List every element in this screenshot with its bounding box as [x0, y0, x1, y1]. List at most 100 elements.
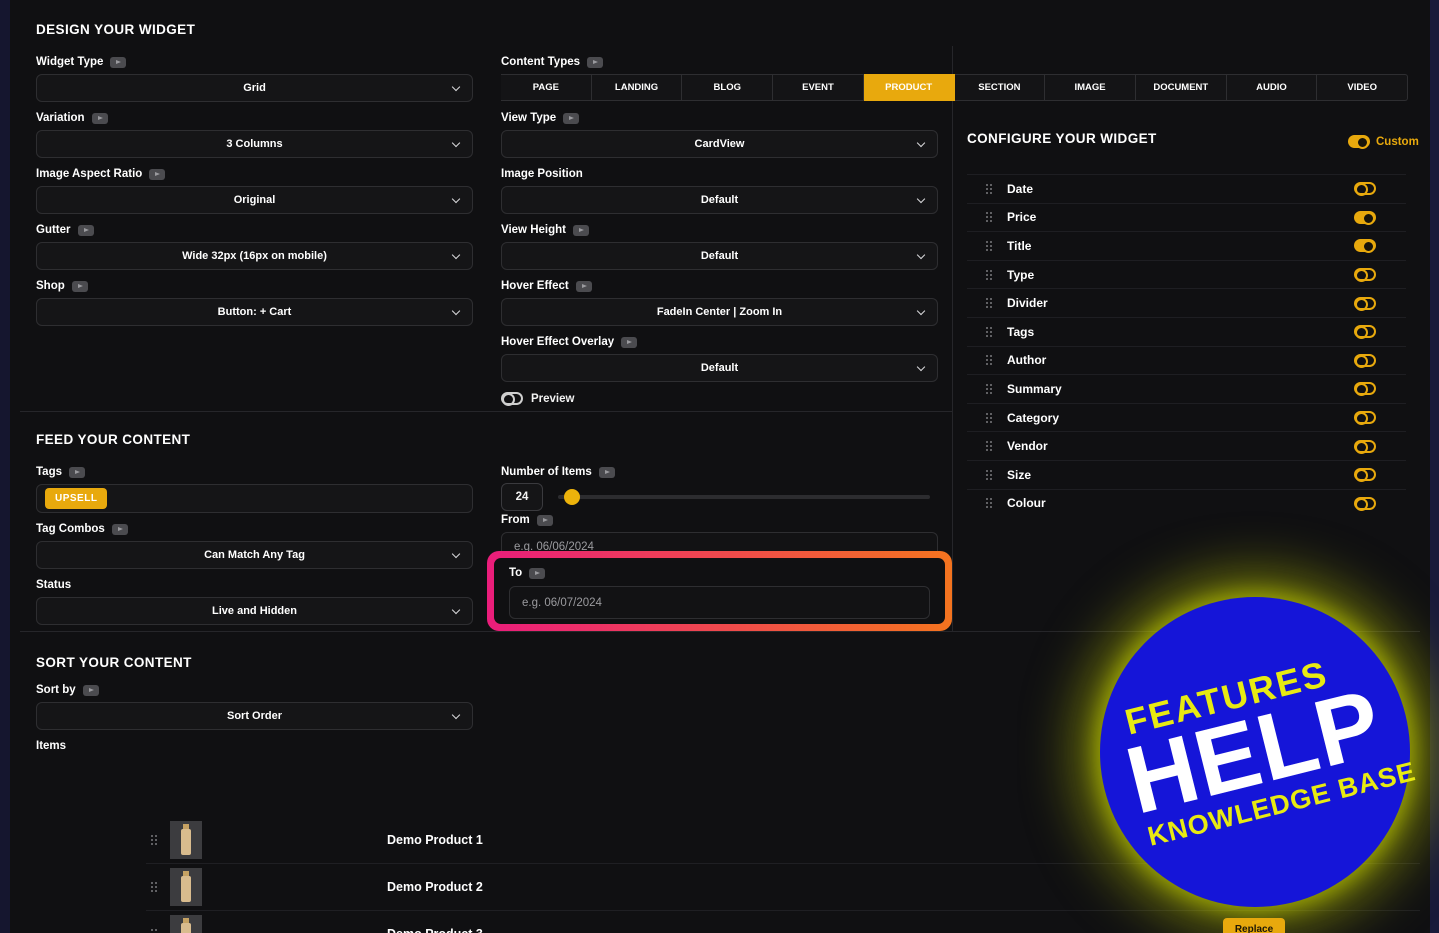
configure-row-toggle[interactable]	[1354, 496, 1376, 511]
content-type-tab[interactable]: EVENT	[773, 74, 864, 101]
video-help-icon[interactable]	[529, 567, 546, 579]
dropdown-select[interactable]: Original	[36, 186, 473, 214]
configure-row-toggle[interactable]	[1354, 268, 1376, 283]
configure-row-toggle[interactable]	[1354, 382, 1376, 397]
drag-handle-icon[interactable]	[985, 354, 993, 366]
dropdown-select[interactable]: Wide 32px (16px on mobile)	[36, 242, 473, 270]
configure-row-toggle[interactable]	[1354, 182, 1376, 197]
video-help-icon[interactable]	[111, 523, 128, 535]
content-types-block: Content Types PAGE LANDING BLOG EVENT PR…	[501, 56, 1409, 101]
video-help-icon[interactable]	[598, 466, 615, 478]
drag-handle-icon[interactable]	[985, 269, 993, 281]
drag-handle-icon[interactable]	[985, 497, 993, 509]
video-help-icon[interactable]	[575, 280, 592, 292]
drag-handle-icon[interactable]	[985, 211, 993, 223]
dropdown-select[interactable]: Grid	[36, 74, 473, 102]
content-type-tab[interactable]: SECTION	[954, 74, 1046, 101]
drag-handle-icon[interactable]	[985, 326, 993, 338]
configure-row-toggle[interactable]	[1354, 239, 1376, 254]
configure-row-toggle[interactable]	[1354, 325, 1376, 340]
dropdown-select[interactable]: Default	[501, 242, 938, 270]
configure-row-label: Author	[1007, 353, 1047, 368]
field-label: Content Types	[501, 56, 938, 68]
dropdown-select[interactable]: CardView	[501, 130, 938, 158]
video-help-icon[interactable]	[149, 168, 166, 180]
tags-input[interactable]: UPSELL	[36, 484, 473, 513]
tag-chip[interactable]: UPSELL	[45, 488, 108, 509]
drag-handle-icon[interactable]	[150, 881, 158, 893]
configure-row-toggle[interactable]	[1354, 296, 1376, 311]
content-type-tab[interactable]: LANDING	[591, 74, 683, 101]
content-type-tab[interactable]: VIDEO	[1317, 74, 1409, 101]
dropdown-select[interactable]: Default	[501, 354, 938, 382]
to-date-input[interactable]: e.g. 06/07/2024	[509, 586, 930, 619]
configure-row: Title	[967, 231, 1406, 260]
drag-handle-icon[interactable]	[150, 834, 158, 846]
dropdown-select[interactable]: Default	[501, 186, 938, 214]
field-label-text: Image Position	[501, 168, 583, 180]
content-type-tab[interactable]: PRODUCT	[863, 74, 955, 101]
video-help-icon[interactable]	[572, 224, 589, 236]
video-help-icon[interactable]	[77, 224, 94, 236]
content-type-tab[interactable]: BLOG	[682, 74, 774, 101]
divider	[952, 46, 953, 631]
dropdown-select[interactable]: 3 Columns	[36, 130, 473, 158]
dropdown-select[interactable]: Button: + Cart	[36, 298, 473, 326]
selected-value: Default	[700, 194, 739, 206]
replace-button[interactable]: Replace	[1223, 918, 1285, 933]
configure-row-toggle[interactable]	[1354, 468, 1376, 483]
content-type-tab[interactable]: AUDIO	[1226, 74, 1318, 101]
field-label: To	[509, 567, 546, 579]
drag-handle-icon[interactable]	[985, 240, 993, 252]
dropdown-select[interactable]: Sort Order	[36, 702, 473, 730]
selected-value: Sort Order	[226, 710, 282, 722]
help-knowledge-base-badge[interactable]: FEATURES HELP KNOWLEDGE BASE	[1100, 597, 1419, 907]
number-of-items-value[interactable]: 24	[501, 483, 543, 511]
configure-row-toggle[interactable]	[1354, 353, 1376, 368]
configure-row-label: Price	[1007, 210, 1037, 225]
video-help-icon[interactable]	[71, 280, 88, 292]
configure-row-toggle[interactable]	[1354, 439, 1376, 454]
field-label: Variation	[36, 112, 473, 124]
drag-handle-icon[interactable]	[985, 297, 993, 309]
configure-row-toggle[interactable]	[1354, 411, 1376, 426]
video-help-icon[interactable]	[587, 56, 604, 68]
field-label: Image Aspect Ratio	[36, 168, 473, 180]
video-help-icon[interactable]	[82, 684, 99, 696]
video-help-icon[interactable]	[536, 514, 553, 526]
form-field: View Type CardView	[501, 112, 938, 158]
dropdown-select[interactable]: FadeIn Center | Zoom In	[501, 298, 938, 326]
content-type-tab[interactable]: IMAGE	[1045, 74, 1136, 101]
chevron-down-icon	[916, 194, 926, 204]
configure-row-label: Colour	[1007, 496, 1046, 511]
drag-handle-icon[interactable]	[985, 412, 993, 424]
configure-row-toggle[interactable]	[1354, 210, 1376, 225]
preview-toggle[interactable]	[501, 392, 523, 406]
custom-toggle[interactable]	[1348, 135, 1370, 149]
tab-label: EVENT	[802, 82, 834, 93]
items-label: Items	[36, 740, 473, 752]
slider-knob[interactable]	[564, 489, 580, 505]
video-help-icon[interactable]	[91, 112, 108, 124]
field-label: View Height	[501, 224, 938, 236]
dropdown-select[interactable]: Live and Hidden	[36, 597, 473, 625]
drag-handle-icon[interactable]	[985, 383, 993, 395]
slider-track[interactable]	[558, 495, 930, 499]
content-type-tab[interactable]: PAGE	[501, 74, 592, 101]
video-help-icon[interactable]	[69, 466, 85, 478]
video-help-icon[interactable]	[563, 112, 580, 124]
dropdown-select[interactable]: Can Match Any Tag	[36, 541, 473, 569]
chevron-down-icon	[451, 605, 461, 615]
drag-handle-icon[interactable]	[150, 928, 158, 933]
video-help-icon[interactable]	[110, 56, 127, 68]
chevron-down-icon	[916, 138, 926, 148]
drag-handle-icon[interactable]	[985, 469, 993, 481]
product-thumbnail	[170, 915, 202, 933]
video-help-icon[interactable]	[621, 336, 638, 348]
number-of-items-slider[interactable]	[558, 483, 930, 511]
field-label-text: View Height	[501, 224, 566, 236]
drag-handle-icon[interactable]	[985, 183, 993, 195]
content-type-tab[interactable]: DOCUMENT	[1135, 74, 1227, 101]
selected-value: Can Match Any Tag	[204, 549, 305, 561]
drag-handle-icon[interactable]	[985, 440, 993, 452]
